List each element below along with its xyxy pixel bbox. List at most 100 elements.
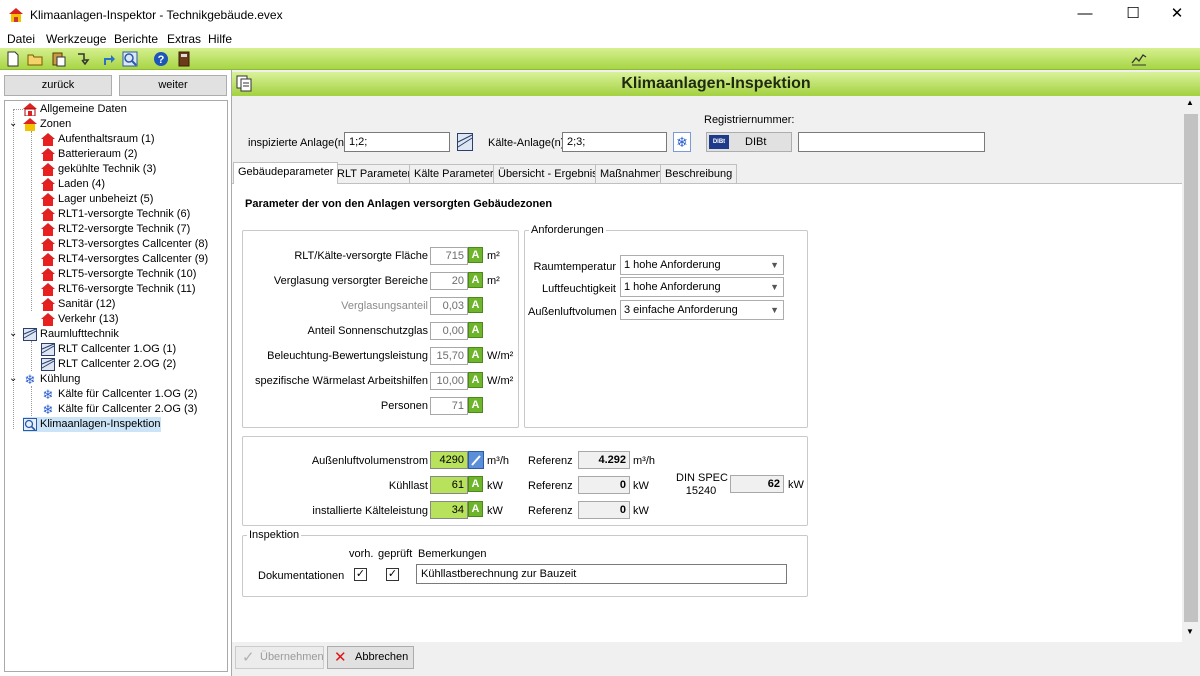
checkmark-icon: ✓ bbox=[242, 649, 255, 666]
auto-badge[interactable]: A bbox=[468, 272, 483, 288]
forward-button[interactable]: weiter bbox=[119, 75, 227, 96]
help-icon[interactable]: ? bbox=[153, 51, 169, 67]
tree-item-zone[interactable]: gekühlte Technik (3) bbox=[41, 162, 226, 177]
tree-node-cooling[interactable]: ❄ Kühlung bbox=[23, 372, 223, 387]
cooling-load-field[interactable]: 61 bbox=[430, 476, 468, 494]
paste-icon[interactable] bbox=[51, 51, 67, 67]
tab-beschreibung[interactable]: Beschreibung bbox=[660, 164, 738, 183]
tree-item-zone[interactable]: RLT3-versorgtes Callcenter (8) bbox=[41, 237, 226, 252]
collapse-zones-icon[interactable]: ⌄ bbox=[9, 116, 17, 131]
snowflake-icon: ❄ bbox=[24, 372, 36, 387]
registration-input[interactable] bbox=[798, 132, 985, 152]
collapse-rlt-icon[interactable]: ⌄ bbox=[9, 326, 17, 341]
param-unit: m² bbox=[487, 275, 500, 287]
snowflake-picker-icon[interactable]: ❄ bbox=[673, 132, 691, 152]
export-icon[interactable] bbox=[101, 51, 117, 67]
import-icon[interactable] bbox=[75, 51, 91, 67]
collapse-cooling-icon[interactable]: ⌄ bbox=[9, 371, 17, 386]
calculator-icon[interactable] bbox=[176, 51, 192, 67]
tree-item-zone[interactable]: RLT6-versorgte Technik (11) bbox=[41, 282, 226, 297]
vertical-scrollbar[interactable]: ▲ ▼ bbox=[1182, 96, 1200, 643]
ventilation-icon bbox=[41, 358, 55, 371]
menu-datei[interactable]: Datei bbox=[7, 32, 35, 46]
param-sunshade-field[interactable]: 0,00 bbox=[430, 322, 468, 340]
edit-pencil-icon[interactable] bbox=[468, 451, 484, 469]
close-button[interactable]: ✕ bbox=[1154, 0, 1200, 30]
tree-item-cooling[interactable]: ❄ Kälte für Callcenter 1.OG (2) bbox=[41, 387, 226, 402]
param-lighting-field[interactable]: 15,70 bbox=[430, 347, 468, 365]
cancel-label: Abbrechen bbox=[355, 651, 409, 663]
tree-node-rlt[interactable]: Raumlufttechnik bbox=[23, 327, 223, 342]
tab-rlt-parameter[interactable]: RLT Parameter bbox=[332, 164, 417, 183]
auto-badge[interactable]: A bbox=[468, 501, 483, 517]
auto-badge[interactable]: A bbox=[468, 247, 483, 263]
menu-werkzeuge[interactable]: Werkzeuge bbox=[46, 32, 106, 46]
tab-gebaeudeparameter[interactable]: Gebäudeparameter bbox=[233, 162, 339, 184]
scroll-thumb[interactable] bbox=[1184, 114, 1198, 622]
back-button[interactable]: zurück bbox=[4, 75, 112, 96]
reference-label: Referenz bbox=[528, 480, 573, 492]
param-label: Anteil Sonnenschutzglas bbox=[307, 325, 428, 337]
tree-item-zone[interactable]: RLT2-versorgte Technik (7) bbox=[41, 222, 226, 237]
tree-item-zone[interactable]: Batterieraum (2) bbox=[41, 147, 226, 162]
tree-item-zone[interactable]: RLT5-versorgte Technik (10) bbox=[41, 267, 226, 282]
tree-item-zone[interactable]: Verkehr (13) bbox=[41, 312, 226, 327]
tab-massnahmen[interactable]: Maßnahmen bbox=[595, 164, 667, 183]
scroll-down-icon[interactable]: ▼ bbox=[1186, 627, 1194, 636]
tree-item-inspection[interactable]: Klimaanlagen-Inspektion bbox=[23, 417, 161, 432]
tree-item-zone[interactable]: Aufenthaltsraum (1) bbox=[41, 132, 226, 147]
menu-berichte[interactable]: Berichte bbox=[114, 32, 158, 46]
outdoor-air-flow-field[interactable]: 4290 bbox=[430, 451, 468, 469]
tree-node-zones[interactable]: Zonen bbox=[23, 117, 223, 132]
maximize-button[interactable]: ☐ bbox=[1110, 0, 1156, 30]
chart-icon[interactable] bbox=[1131, 51, 1147, 67]
new-file-icon[interactable] bbox=[5, 51, 21, 67]
scroll-up-icon[interactable]: ▲ bbox=[1186, 98, 1194, 107]
param-persons-field[interactable]: 71 bbox=[430, 397, 468, 415]
menu-extras[interactable]: Extras bbox=[167, 32, 201, 46]
reference-unit: kW bbox=[633, 505, 649, 517]
tree-item-zone[interactable]: Lager unbeheizt (5) bbox=[41, 192, 226, 207]
tree-item-rlt[interactable]: RLT Callcenter 1.OG (1) bbox=[41, 342, 226, 357]
inspection-icon[interactable] bbox=[122, 51, 138, 67]
tree-item-zone[interactable]: RLT1-versorgte Technik (6) bbox=[41, 207, 226, 222]
humidity-select[interactable]: 1 hohe Anforderung ▼ bbox=[620, 277, 784, 297]
open-folder-icon[interactable] bbox=[27, 51, 43, 67]
cancel-button[interactable]: ✕ Abbrechen bbox=[327, 646, 414, 669]
auto-badge[interactable]: A bbox=[468, 397, 483, 413]
tab-uebersicht-ergebnis[interactable]: Übersicht - Ergebnis bbox=[493, 164, 603, 183]
tree-item-cooling[interactable]: ❄ Kälte für Callcenter 2.OG (3) bbox=[41, 402, 226, 417]
toolbar: ? bbox=[0, 48, 1200, 70]
tree-item-zone[interactable]: RLT4-versorgtes Callcenter (9) bbox=[41, 252, 226, 267]
param-area-field[interactable]: 715 bbox=[430, 247, 468, 265]
cold-input[interactable]: 2;3; bbox=[562, 132, 667, 152]
documentation-present-checkbox[interactable]: ✓ bbox=[354, 568, 367, 581]
auto-badge[interactable]: A bbox=[468, 476, 483, 492]
inspected-input[interactable]: 1;2; bbox=[344, 132, 450, 152]
apply-button[interactable]: ✓ Übernehmen bbox=[235, 646, 324, 669]
documentation-remark-input[interactable]: Kühllastberechnung zur Bauzeit bbox=[416, 564, 787, 584]
minimize-button[interactable]: — bbox=[1062, 0, 1108, 30]
dibt-button[interactable]: DIBt DIBt bbox=[706, 132, 792, 152]
auto-badge[interactable]: A bbox=[468, 297, 483, 313]
tree-node-label: Raumlufttechnik bbox=[40, 328, 119, 340]
tree-item-label: Aufenthaltsraum (1) bbox=[58, 133, 155, 145]
menu-hilfe[interactable]: Hilfe bbox=[208, 32, 232, 46]
auto-badge[interactable]: A bbox=[468, 372, 483, 388]
tree-item-zone[interactable]: Sanitär (12) bbox=[41, 297, 226, 312]
tab-kaelte-parameter[interactable]: Kälte Parameter bbox=[409, 164, 499, 183]
room-temperature-select[interactable]: 1 hohe Anforderung ▼ bbox=[620, 255, 784, 275]
installed-cooling-field[interactable]: 34 bbox=[430, 501, 468, 519]
auto-badge[interactable]: A bbox=[468, 347, 483, 363]
documentation-checked-checkbox[interactable]: ✓ bbox=[386, 568, 399, 581]
param-heatload-field[interactable]: 10,00 bbox=[430, 372, 468, 390]
param-glazing-field[interactable]: 20 bbox=[430, 272, 468, 290]
outdoor-air-select[interactable]: 3 einfache Anforderung ▼ bbox=[620, 300, 784, 320]
tree-item-label: Lager unbeheizt (5) bbox=[58, 193, 154, 205]
auto-badge[interactable]: A bbox=[468, 322, 483, 338]
tree-item-general[interactable]: Allgemeine Daten bbox=[23, 102, 223, 117]
inspected-label: inspizierte Anlage(n) bbox=[248, 137, 348, 149]
ventilation-picker-icon[interactable] bbox=[457, 133, 473, 151]
tree-item-zone[interactable]: Laden (4) bbox=[41, 177, 226, 192]
tree-item-rlt[interactable]: RLT Callcenter 2.OG (2) bbox=[41, 357, 226, 372]
